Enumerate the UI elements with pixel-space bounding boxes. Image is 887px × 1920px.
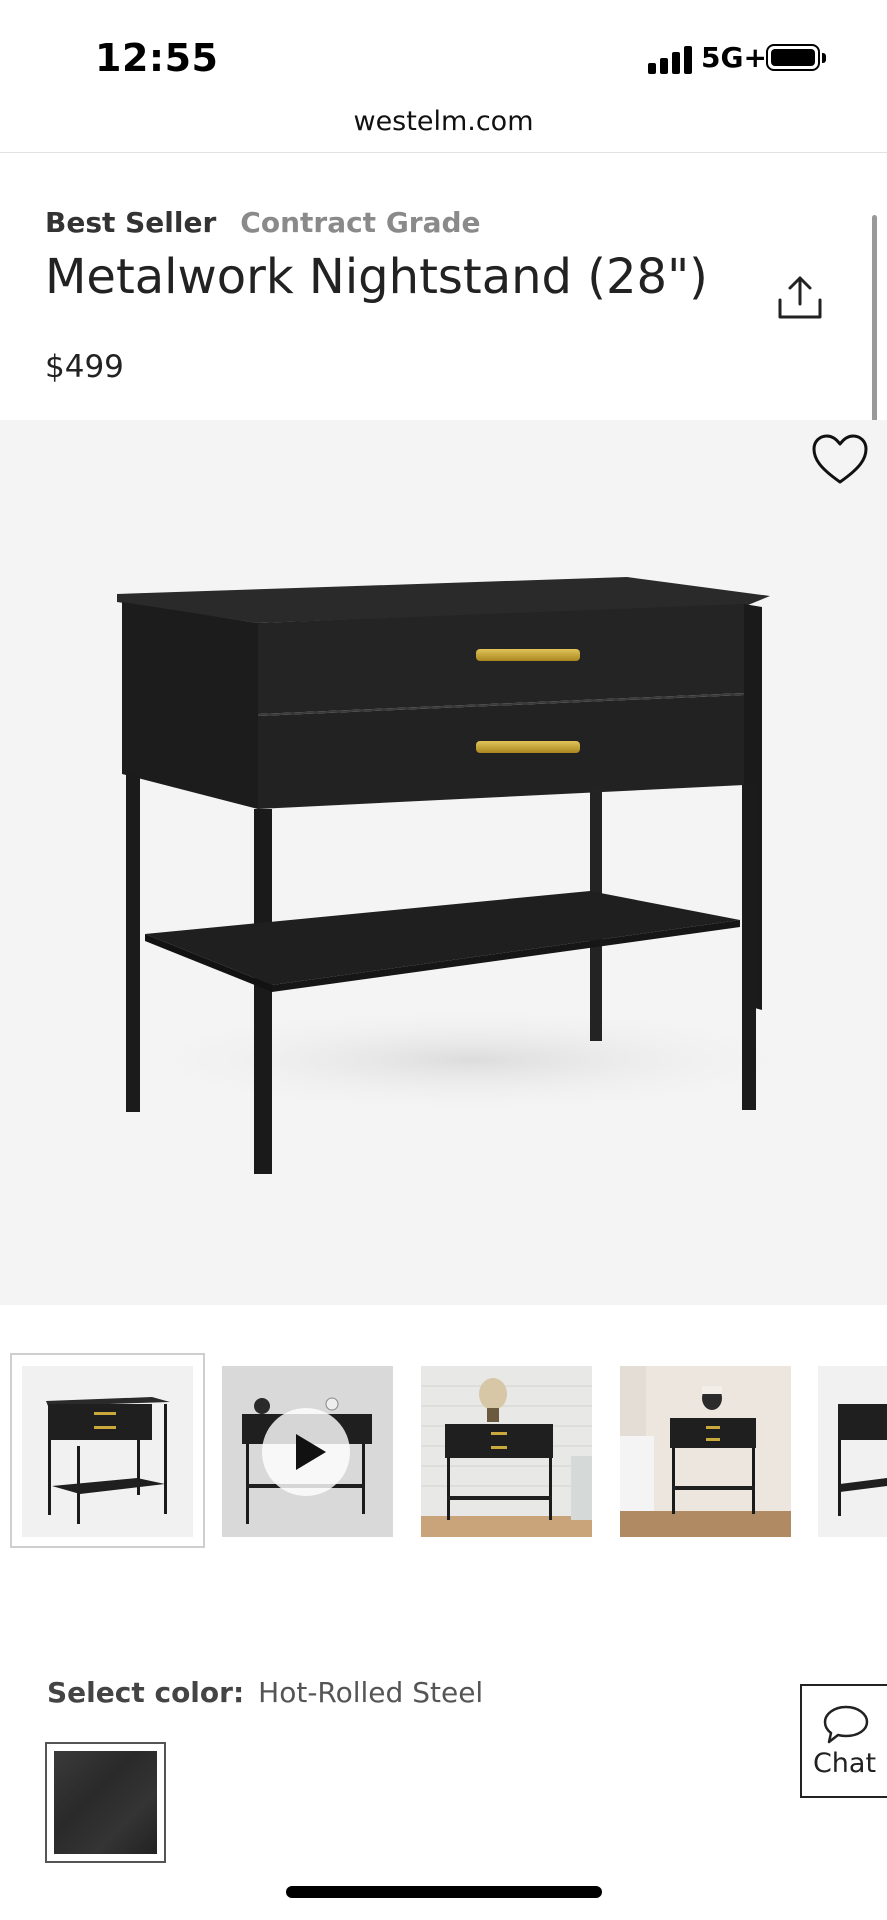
thumbnail-image <box>22 1366 193 1537</box>
play-icon <box>262 1408 350 1496</box>
thumbnail-image <box>421 1366 592 1537</box>
nightstand-image <box>110 577 830 1174</box>
selected-color-value: Hot-Rolled Steel <box>258 1676 484 1709</box>
favorite-button[interactable] <box>810 432 870 488</box>
share-button[interactable] <box>774 272 826 324</box>
swatch-fill <box>54 1751 157 1854</box>
battery-icon <box>766 44 820 71</box>
chat-button[interactable]: Chat <box>800 1684 887 1798</box>
battery-tip <box>822 53 826 63</box>
home-indicator[interactable] <box>286 1886 602 1898</box>
status-bar: 12:55 5G+ <box>0 0 887 100</box>
url-text[interactable]: westelm.com <box>0 106 887 137</box>
status-time: 12:55 <box>95 36 219 80</box>
contract-grade-badge: Contract Grade <box>240 206 481 239</box>
hero-image[interactable] <box>0 420 887 1305</box>
chat-label: Chat <box>812 1748 877 1779</box>
product-title: Metalwork Nightstand (28") <box>45 249 708 305</box>
thumbnail-video[interactable] <box>222 1366 393 1537</box>
thumbnail-studio-partial[interactable] <box>818 1366 887 1537</box>
thumbnail-strip[interactable] <box>0 1350 887 1550</box>
color-swatch-hot-rolled-steel[interactable] <box>45 1742 166 1863</box>
scrollbar[interactable] <box>872 215 877 440</box>
thumbnail-image <box>818 1366 887 1537</box>
chat-icon <box>823 1705 869 1744</box>
product-price: $499 <box>45 349 124 385</box>
best-seller-badge: Best Seller <box>45 206 217 239</box>
thumbnail-brick-wall-room[interactable] <box>421 1366 592 1537</box>
url-bar[interactable]: westelm.com <box>0 100 887 153</box>
network-label: 5G+ <box>701 41 767 74</box>
product-page: 12:55 5G+ westelm.com Best Seller Contrac… <box>0 0 887 1920</box>
share-icon <box>778 276 822 319</box>
color-selection-label: Select color: Hot-Rolled Steel <box>47 1676 483 1709</box>
signal-icon <box>648 44 694 74</box>
thumbnail-studio-front[interactable] <box>22 1366 193 1537</box>
thumbnail-image <box>620 1366 791 1537</box>
heart-icon <box>812 434 868 484</box>
product-badges: Best Seller Contract Grade <box>45 206 481 239</box>
select-color-label: Select color: <box>47 1676 245 1709</box>
thumbnail-bedroom[interactable] <box>620 1366 791 1537</box>
